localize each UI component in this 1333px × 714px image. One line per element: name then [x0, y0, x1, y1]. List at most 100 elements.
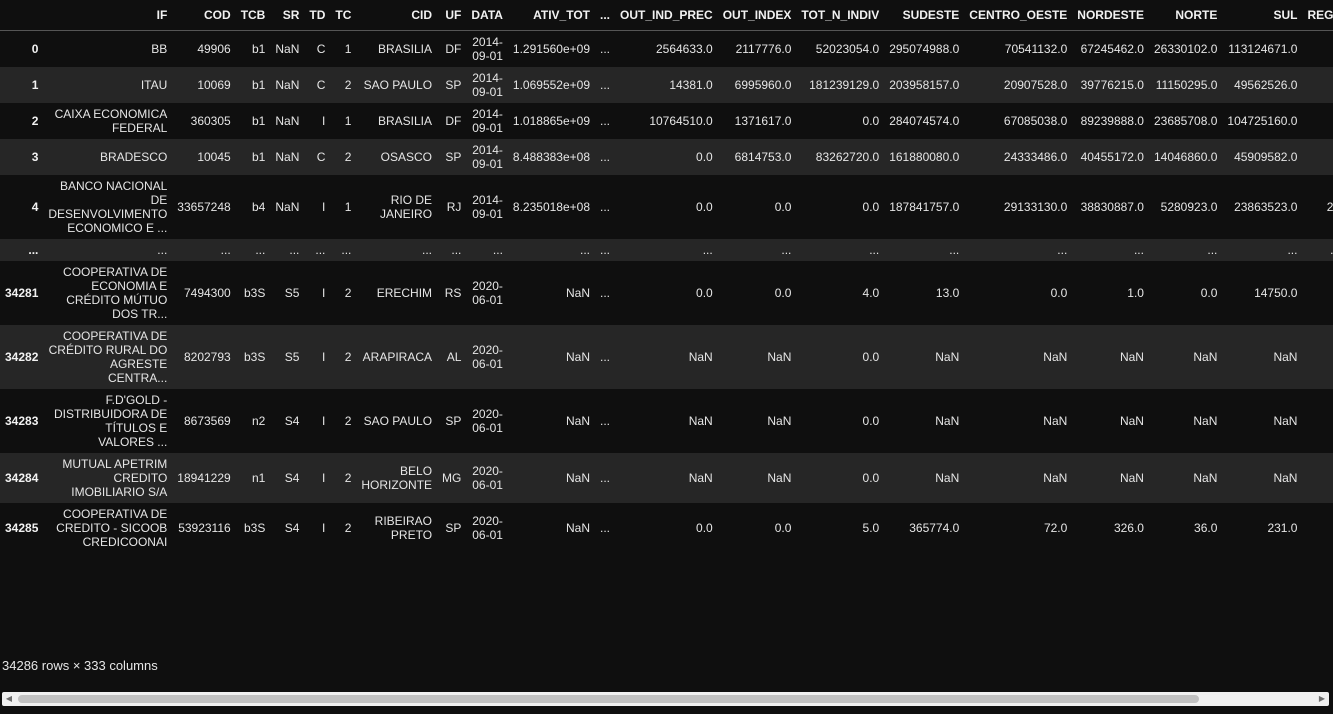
table-cell — [1302, 503, 1333, 553]
table-cell: I — [322, 350, 326, 364]
table-cell: ITAU — [140, 78, 168, 92]
table-cell: 1 — [344, 42, 352, 56]
table-cell: 36.0 — [1194, 521, 1218, 535]
table-cell: NaN — [767, 414, 792, 428]
table-cell: C — [316, 42, 326, 56]
table-cell: NaN — [275, 42, 300, 56]
table-cell: 161880080.0 — [889, 150, 960, 164]
table-cell: ... — [220, 243, 231, 257]
table-cell: 6814753.0 — [734, 150, 792, 164]
column-header: NORDESTE — [1072, 0, 1149, 31]
table-cell — [1302, 261, 1333, 325]
table-cell: NaN — [1193, 414, 1218, 428]
table-cell: ... — [157, 243, 168, 257]
table-cell: 83262720.0 — [815, 150, 880, 164]
table-cell: 2 — [1302, 31, 1333, 68]
table-cell: ... — [1133, 243, 1144, 257]
table-cell: 295074988.0 — [889, 42, 960, 56]
arrow-left-icon[interactable]: ◀ — [2, 692, 16, 706]
table-cell: I — [322, 521, 326, 535]
table-cell: 365774.0 — [909, 521, 960, 535]
table-cell: BB — [151, 42, 168, 56]
table-cell: BRADESCO — [99, 150, 168, 164]
table-cell: SP — [445, 78, 462, 92]
table-cell: DF — [445, 42, 462, 56]
table-cell: NaN — [275, 114, 300, 128]
table-cell: NaN — [688, 471, 713, 485]
row-index: 34285 — [5, 521, 39, 535]
table-cell: 10069 — [197, 78, 231, 92]
table-cell: I — [322, 114, 326, 128]
table-cell: 24 — [1326, 200, 1333, 214]
table-cell: 14046860.0 — [1153, 150, 1218, 164]
table-cell: NaN — [566, 471, 591, 485]
row-index: 34283 — [5, 414, 39, 428]
table-cell: NaN — [1119, 471, 1144, 485]
table-cell: NaN — [688, 350, 713, 364]
table-cell: 45909582.0 — [1234, 150, 1298, 164]
column-header: CENTRO_OESTE — [964, 0, 1073, 31]
column-header: TD — [304, 0, 331, 31]
table-cell: S4 — [284, 414, 300, 428]
table-cell: 11150295.0 — [1155, 78, 1218, 92]
table-cell: ... — [600, 150, 611, 164]
table-cell — [1302, 453, 1333, 503]
table-cell: 1 — [344, 200, 352, 214]
table-cell: NaN — [935, 471, 960, 485]
table-cell: 187841757.0 — [889, 200, 960, 214]
horizontal-scrollbar[interactable]: ◀ ▶ — [2, 692, 1329, 706]
table-cell: ... — [580, 243, 591, 257]
table-cell: 1.069552e+09 — [512, 78, 591, 92]
column-header: TCB — [235, 0, 271, 31]
row-index: 2 — [31, 114, 39, 128]
table-cell: 2 — [344, 286, 352, 300]
table-row: ........................................… — [0, 239, 1333, 261]
table-cell: 284074574.0 — [889, 114, 960, 128]
table-cell: 0.0 — [774, 200, 792, 214]
table-cell: 72.0 — [1043, 521, 1068, 535]
table-cell: 326.0 — [1113, 521, 1144, 535]
table-cell: 14381.0 — [669, 78, 713, 92]
table-cell: 6995960.0 — [734, 78, 792, 92]
table-cell: 360305 — [190, 114, 231, 128]
table-cell: n2 — [252, 414, 266, 428]
table-cell: 7494300 — [183, 286, 231, 300]
table-row: 4 BANCO NACIONAL DE DESENVOLVIMENTO ECONO… — [0, 175, 1333, 239]
table-cell: 33657248 — [177, 200, 231, 214]
table-cell: 14750.0 — [1254, 286, 1298, 300]
table-body: 0 BB 49906 b1 NaN C 1 BRASILIA DF 2014-09-01 1.291… — [0, 30, 1333, 553]
table-cell: ... — [1057, 243, 1068, 257]
table-cell: 0.0 — [774, 521, 792, 535]
table-cell: ... — [1287, 243, 1298, 257]
table-cell: I — [322, 286, 326, 300]
table-cell: COOPERATIVA DE ECONOMIA E CRÉDITO MÚTUO … — [63, 265, 168, 321]
table-cell: NaN — [688, 414, 713, 428]
table-cell: b3S — [244, 286, 266, 300]
table-cell: 23863523.0 — [1234, 200, 1298, 214]
table-cell: 10764510.0 — [649, 114, 713, 128]
table-cell: NaN — [566, 414, 591, 428]
table-cell: NaN — [1273, 414, 1298, 428]
table-cell: 2020-06-01 — [472, 407, 503, 435]
table-cell: b1 — [252, 114, 266, 128]
table-cell: 0.0 — [862, 350, 880, 364]
table-cell: 2 — [344, 350, 352, 364]
dataframe-shape-info: 34286 rows × 333 columns — [2, 658, 158, 673]
table-cell: RIO DE JANEIRO — [380, 193, 433, 221]
scrollbar-thumb[interactable] — [18, 695, 1199, 703]
table-cell: ARAPIRACA — [362, 350, 433, 364]
table-cell: ... — [600, 200, 611, 214]
arrow-right-icon[interactable]: ▶ — [1315, 692, 1329, 706]
column-header: UF — [437, 0, 467, 31]
table-cell: NaN — [1119, 350, 1144, 364]
table-cell: NaN — [1273, 471, 1298, 485]
table-cell: ... — [315, 243, 326, 257]
table-cell: BRASILIA — [378, 42, 433, 56]
table-cell: MG — [442, 471, 462, 485]
row-index: 4 — [31, 200, 39, 214]
table-cell: ... — [949, 243, 960, 257]
table-cell: ... — [600, 42, 611, 56]
table-cell: I — [322, 414, 326, 428]
table-cell: S5 — [284, 286, 300, 300]
table-cell: 1 — [1302, 103, 1333, 139]
